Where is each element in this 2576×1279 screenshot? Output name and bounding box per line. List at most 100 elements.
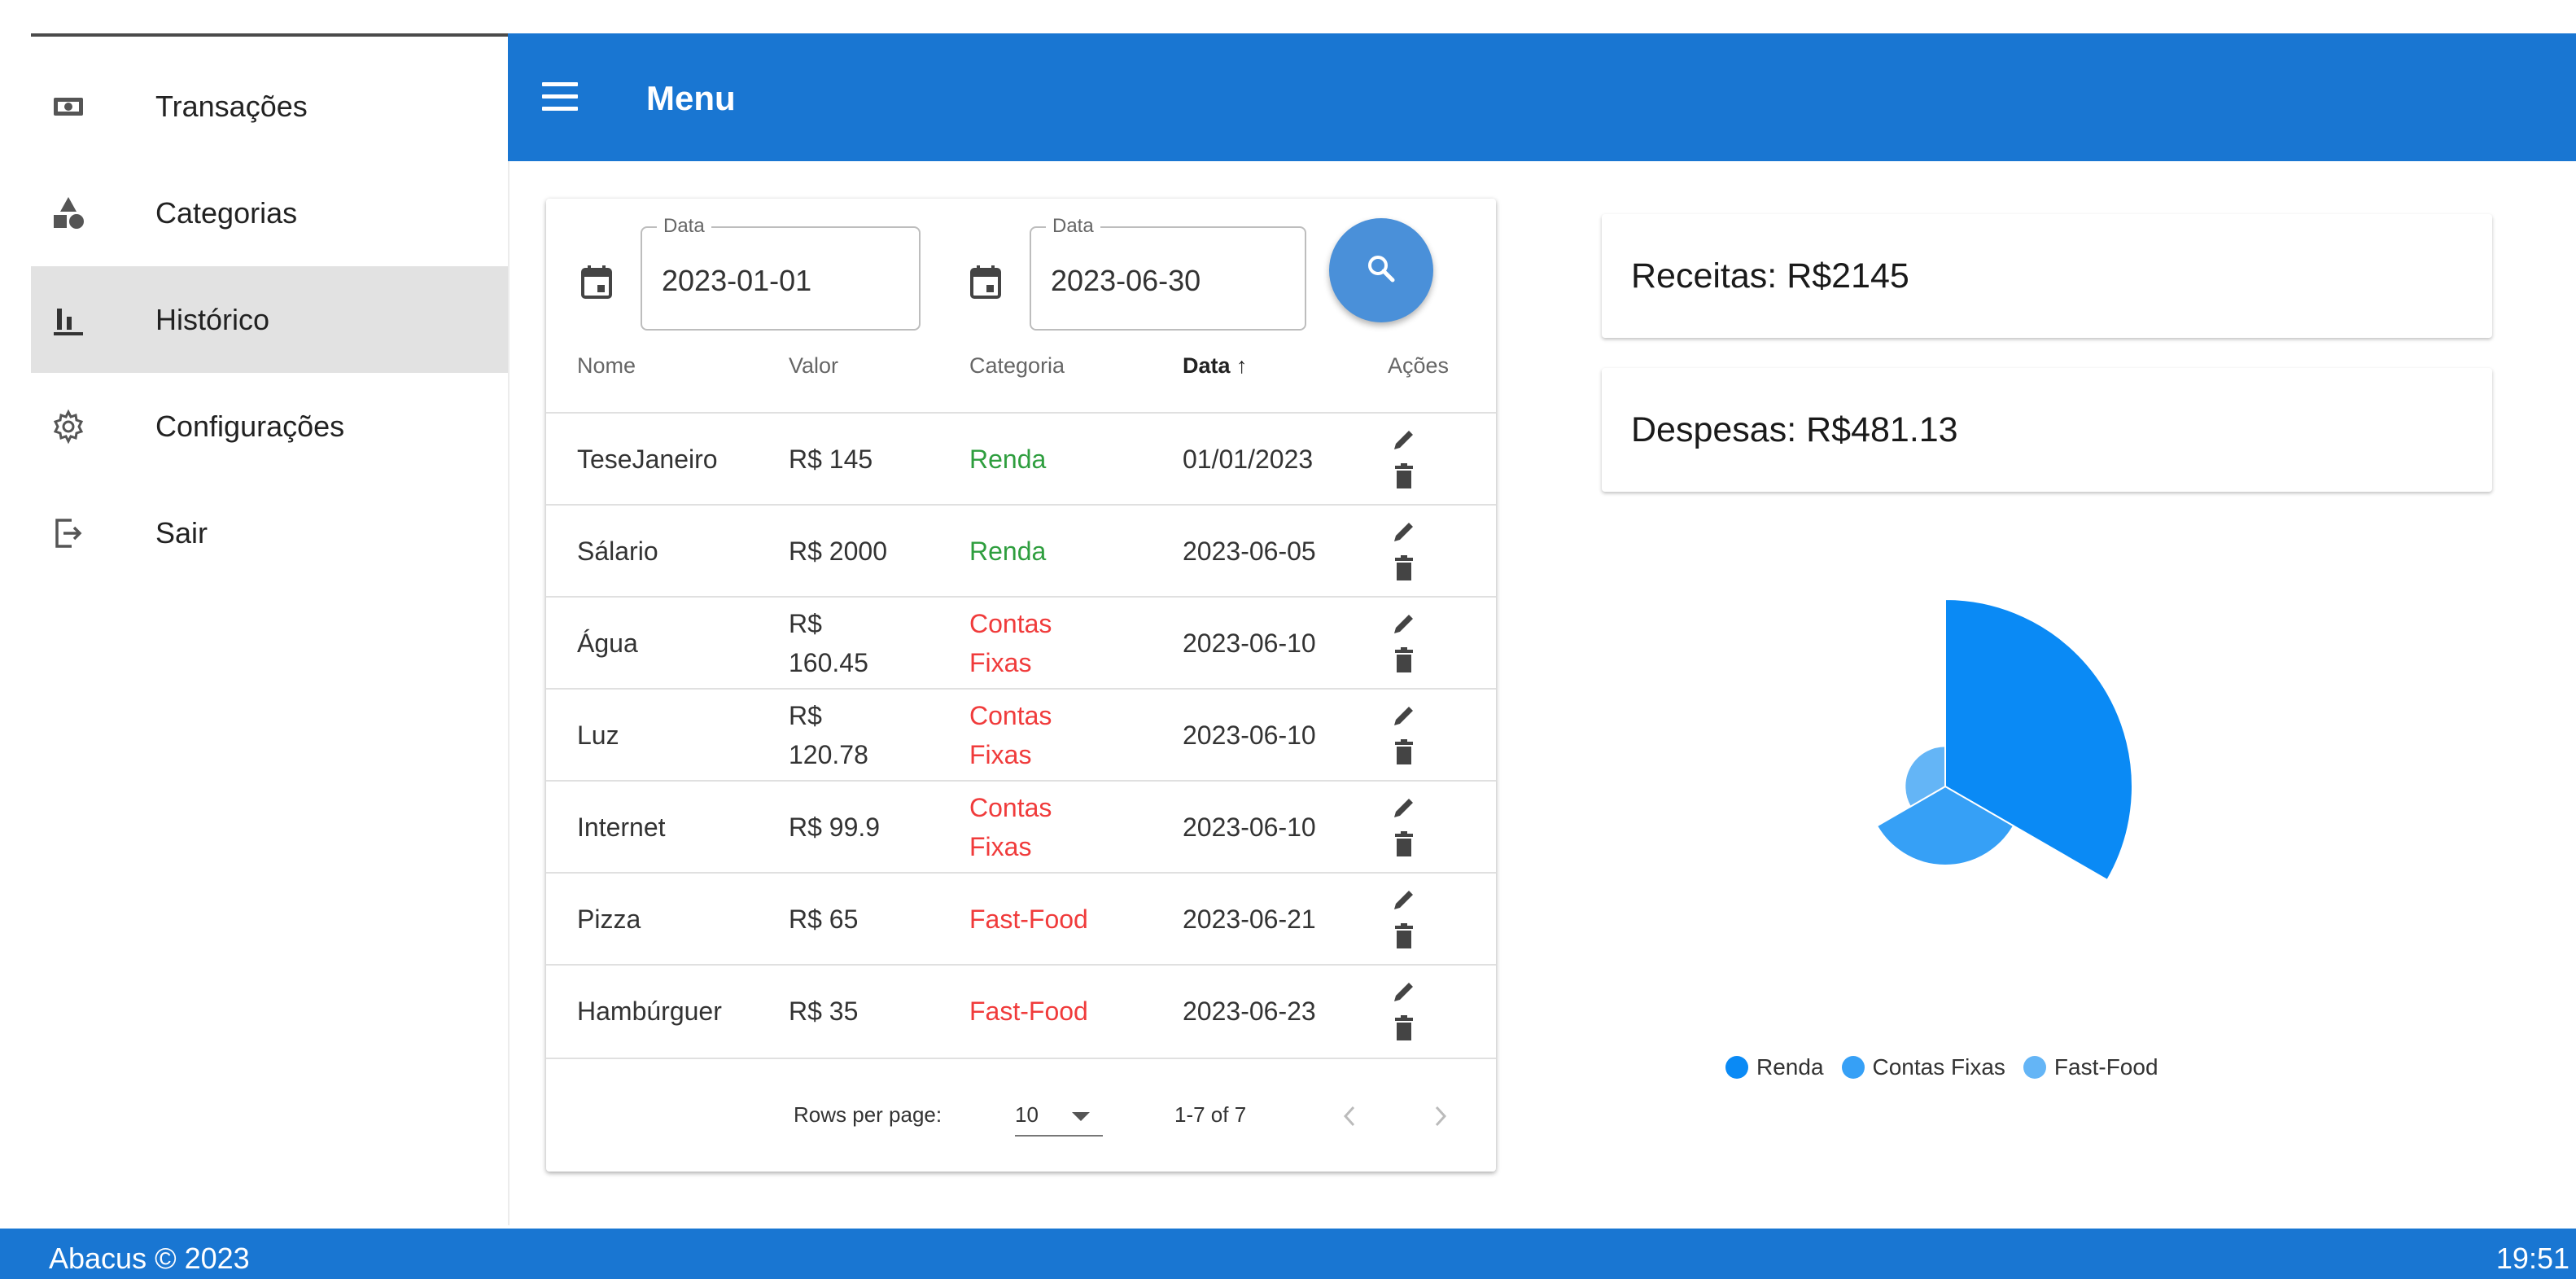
table-row[interactable]: Luz R$ 120.78 Contas Fixas 2023-06-10: [546, 688, 1496, 780]
cell-categoria-line: Fixas: [969, 648, 1032, 677]
row-actions: [1389, 793, 1419, 861]
edit-icon[interactable]: [1389, 793, 1419, 822]
column-header-data-label: Data: [1183, 353, 1231, 378]
cell-valor-line: R$ 35: [789, 996, 859, 1026]
delete-icon[interactable]: [1393, 738, 1415, 768]
rows-per-page-label: Rows per page:: [794, 1102, 942, 1127]
delete-icon[interactable]: [1393, 462, 1415, 492]
column-header-nome[interactable]: Nome: [577, 353, 636, 379]
table-row[interactable]: TeseJaneiro R$ 145 Renda 01/01/2023: [546, 412, 1496, 504]
cell-nome: Luz: [577, 721, 619, 750]
cell-valor-line: R$ 99.9: [789, 813, 881, 842]
delete-icon[interactable]: [1393, 646, 1415, 676]
despesas-total: Despesas: R$481.13: [1631, 410, 1958, 449]
cell-valor: R$ 99.9: [789, 808, 880, 847]
cell-categoria-line: Fast-Food: [969, 996, 1088, 1026]
cell-valor-line: R$: [789, 609, 822, 638]
cell-valor-line: R$ 145: [789, 445, 873, 474]
delete-icon[interactable]: [1393, 1014, 1415, 1044]
edit-icon[interactable]: [1389, 885, 1419, 914]
start-date-label: Data: [657, 215, 711, 238]
sidebar-item-configuracoes[interactable]: Configurações: [31, 373, 508, 480]
legend-item[interactable]: Contas Fixas: [1841, 1054, 2005, 1080]
chart-legend: Renda Contas Fixas Fast-Food: [1725, 1054, 2176, 1084]
cell-nome: Pizza: [577, 904, 641, 934]
row-actions: [1389, 885, 1419, 953]
next-page-icon[interactable]: [1428, 1102, 1453, 1130]
column-header-categoria[interactable]: Categoria: [969, 353, 1065, 379]
sidebar-item-label: Configurações: [155, 409, 345, 443]
cell-data: 01/01/2023: [1183, 445, 1314, 474]
cell-valor: R$ 2000: [789, 532, 887, 571]
sidebar-item-historico[interactable]: Histórico: [31, 266, 508, 373]
cell-valor-line: R$ 2000: [789, 537, 887, 566]
sidebar-item-categorias[interactable]: Categorias: [31, 160, 508, 266]
table-row[interactable]: Sálario R$ 2000 Renda 2023-06-05: [546, 504, 1496, 596]
legend-item[interactable]: Renda: [1725, 1054, 1824, 1080]
cell-nome: Água: [577, 629, 638, 658]
cell-categoria-line: Contas: [969, 793, 1052, 822]
row-actions: [1389, 517, 1419, 585]
cell-nome: Sálario: [577, 537, 658, 566]
sort-arrow-icon: ↑: [1236, 353, 1248, 378]
cell-nome: TeseJaneiro: [577, 445, 718, 474]
sidebar-item-label: Histórico: [155, 302, 270, 336]
edit-icon[interactable]: [1389, 517, 1419, 546]
search-icon: [1365, 252, 1397, 289]
table-row[interactable]: Hambúrguer R$ 35 Fast-Food 2023-06-23: [546, 964, 1496, 1056]
cell-categoria: Fast-Food: [969, 900, 1088, 939]
cell-valor: R$ 35: [789, 992, 858, 1031]
cell-categoria-line: Fixas: [969, 832, 1032, 861]
cell-data: 2023-06-21: [1183, 904, 1316, 934]
app-bar: Menu: [508, 33, 2576, 161]
edit-icon[interactable]: [1389, 977, 1419, 1006]
cell-data: 2023-06-10: [1183, 721, 1316, 750]
row-actions: [1389, 701, 1419, 769]
column-header-valor[interactable]: Valor: [789, 353, 838, 379]
previous-page-icon[interactable]: [1337, 1102, 1362, 1130]
table-row[interactable]: Água R$ 160.45 Contas Fixas 2023-06-10: [546, 596, 1496, 688]
row-actions: [1389, 609, 1419, 677]
table-row[interactable]: Internet R$ 99.9 Contas Fixas 2023-06-10: [546, 780, 1496, 872]
calendar-icon[interactable]: [969, 264, 1002, 300]
cell-valor: R$ 120.78: [789, 696, 868, 774]
delete-icon[interactable]: [1393, 922, 1415, 952]
transactions-card: Data 2023-01-01 Data 2023-06-30 Nome Val…: [546, 199, 1496, 1172]
category-polar-chart: [1875, 598, 2133, 882]
receitas-card: Receitas: R$2145: [1602, 214, 2492, 338]
cell-categoria: Contas Fixas: [969, 604, 1052, 682]
start-date-field[interactable]: Data 2023-01-01: [641, 215, 921, 331]
legend-items: Renda Contas Fixas Fast-Food: [1725, 1054, 2176, 1084]
row-actions: [1389, 977, 1419, 1045]
hamburger-menu-icon[interactable]: [542, 82, 578, 112]
cell-valor-line: R$ 65: [789, 904, 859, 934]
top-divider: [31, 33, 508, 37]
edit-icon[interactable]: [1389, 425, 1419, 454]
cell-categoria: Contas Fixas: [969, 788, 1052, 866]
column-header-data[interactable]: Data ↑: [1183, 353, 1248, 379]
calendar-icon[interactable]: [580, 264, 613, 300]
legend-item[interactable]: Fast-Food: [2023, 1054, 2158, 1080]
cell-valor-line: 120.78: [789, 740, 868, 769]
end-date-value: 2023-06-30: [1051, 264, 1201, 297]
start-date-value: 2023-01-01: [662, 264, 812, 297]
sidebar-divider: [508, 53, 510, 1225]
copyright-text: Abacus © 2023: [49, 1242, 250, 1275]
table-row[interactable]: Pizza R$ 65 Fast-Food 2023-06-21: [546, 872, 1496, 964]
rows-per-page-select[interactable]: 10: [1015, 1094, 1103, 1137]
sidebar-item-transacoes[interactable]: Transações: [31, 53, 508, 160]
sidebar-item-sair[interactable]: Sair: [31, 480, 508, 586]
cell-data: 2023-06-10: [1183, 629, 1316, 658]
dropdown-arrow-icon: [1072, 1112, 1090, 1121]
edit-icon[interactable]: [1389, 701, 1419, 730]
cell-categoria: Renda: [969, 440, 1046, 479]
edit-icon[interactable]: [1389, 609, 1419, 638]
delete-icon[interactable]: [1393, 830, 1415, 860]
legend-label: Contas Fixas: [1872, 1054, 2005, 1080]
search-button[interactable]: [1329, 218, 1433, 322]
legend-swatch: [2023, 1056, 2046, 1079]
legend-label: Renda: [1756, 1054, 1824, 1080]
end-date-field[interactable]: Data 2023-06-30: [1030, 215, 1306, 331]
delete-icon[interactable]: [1393, 554, 1415, 584]
cell-categoria-line: Renda: [969, 537, 1047, 566]
